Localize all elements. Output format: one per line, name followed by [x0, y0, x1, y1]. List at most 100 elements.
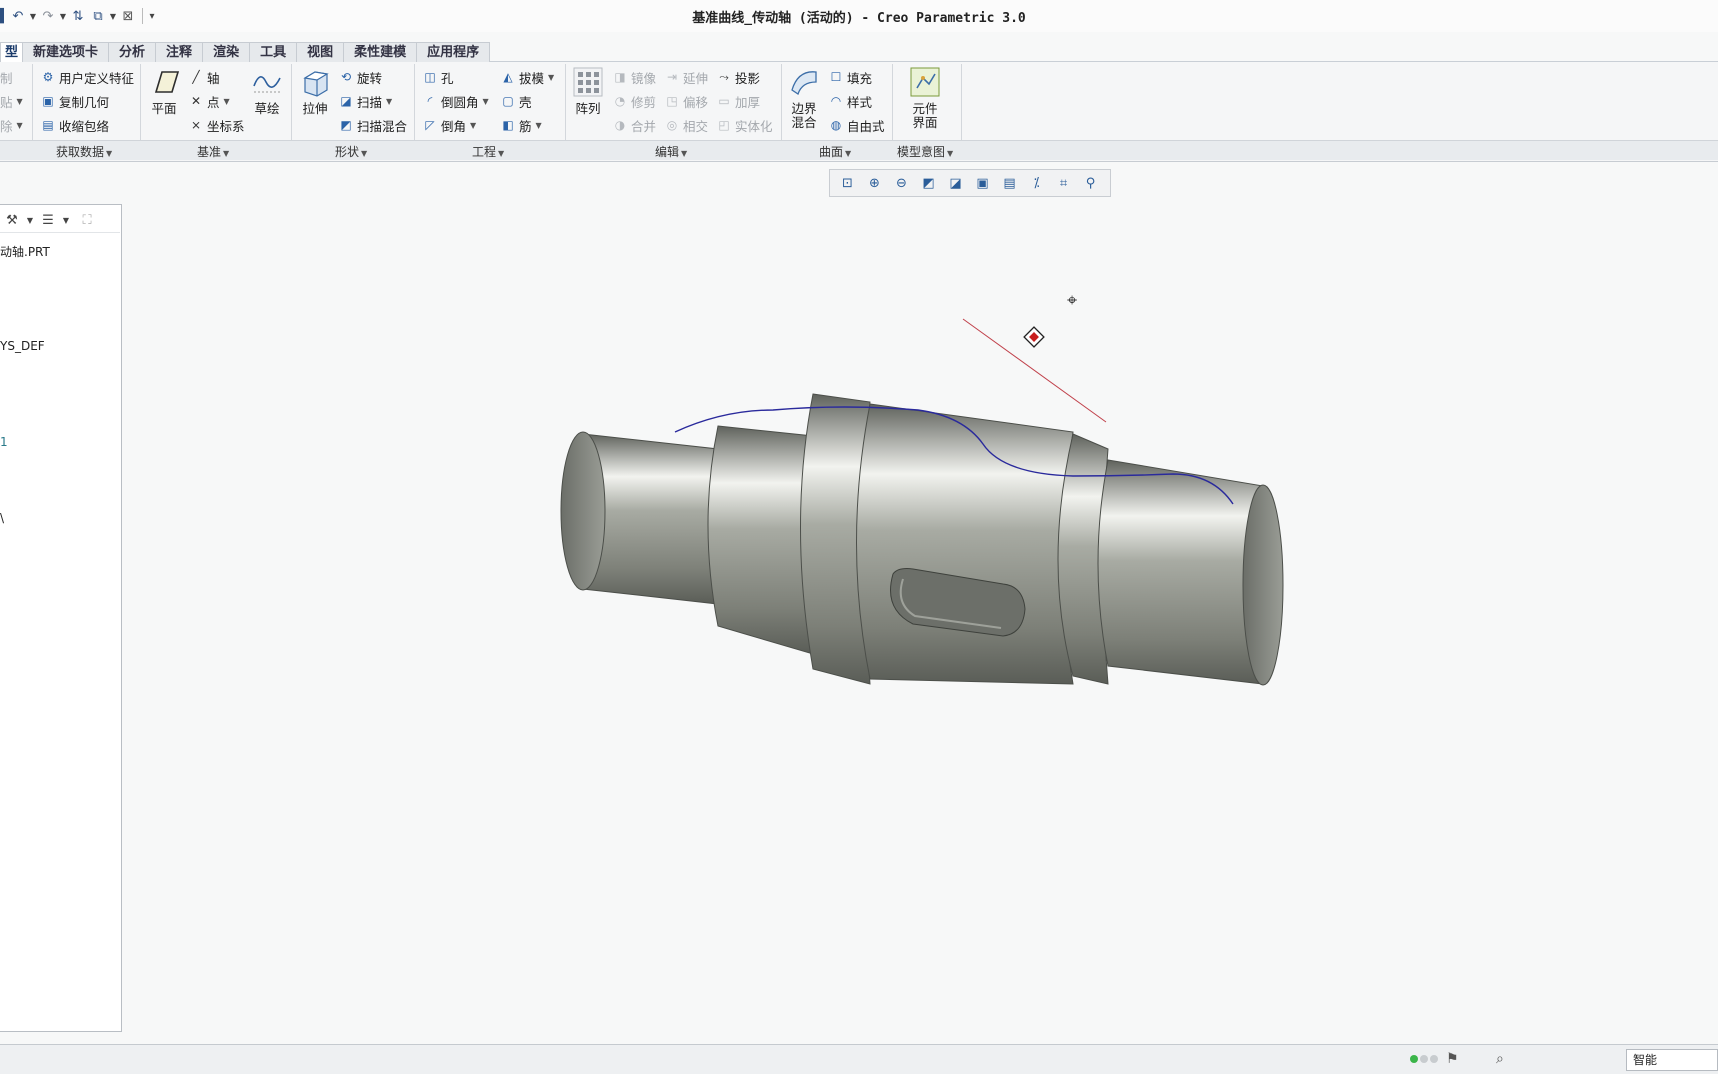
offset-button[interactable]: ◳ 偏移	[664, 90, 708, 112]
offset-label: 偏移	[683, 94, 709, 110]
mirror-icon: ◨	[614, 70, 626, 84]
group-get-data[interactable]: 获取数据 ▼	[56, 143, 112, 160]
group-surfaces[interactable]: 曲面 ▼	[819, 143, 851, 160]
regenerate-icon[interactable]: ⇅	[68, 6, 88, 26]
title-bar: ▌ ↶ ▼ ↷ ▼ ⇅ ⧉ ▼ ⊠ ▾ 基准曲线_传动轴 (活动的) - Cre…	[0, 0, 1718, 32]
swept-blend-button[interactable]: ◩ 扫描混合	[338, 114, 407, 136]
thicken-button[interactable]: ▭ 加厚	[716, 90, 760, 112]
tree-filter-icon[interactable]: ⛶	[72, 211, 102, 231]
group-shapes[interactable]: 形状 ▼	[335, 143, 367, 160]
windows-dropdown-icon[interactable]: ▼	[108, 12, 118, 21]
sweep-dropdown-icon: ▼	[386, 96, 393, 106]
swept-blend-icon: ◩	[340, 118, 352, 132]
pattern-button[interactable]: 阵列	[568, 66, 608, 116]
tree-item-part[interactable]: 动轴.PRT	[0, 243, 50, 260]
chamfer-button[interactable]: ◸ 倒角 ▼	[422, 114, 476, 136]
undo-icon[interactable]: ↶	[8, 6, 28, 26]
tree-item-csys[interactable]: YS_DEF	[0, 339, 45, 353]
group-datum[interactable]: 基准 ▼	[197, 143, 229, 160]
copy-geometry-button[interactable]: ▣ 复制几何	[40, 90, 109, 112]
rib-label: 筋	[519, 118, 532, 134]
tab-new[interactable]: 新建选项卡	[22, 42, 110, 62]
boundary-blend-button[interactable]: 边界 混合	[784, 66, 824, 130]
mirror-label: 镜像	[631, 70, 657, 86]
ribbon: 制 贴 ▼ 除 ▼ ⚙ 用户定义特征 ▣ 复制几何 ▤ 收缩包络 平面 ╱ 轴 ✕ 点 ▼ ⨯ 坐…	[0, 62, 1718, 162]
sweep-icon: ◪	[340, 94, 352, 108]
mirror-button[interactable]: ◨ 镜像	[612, 66, 656, 88]
project-icon: ⤳	[719, 69, 729, 84]
point-button[interactable]: ✕ 点 ▼	[188, 90, 230, 112]
tab-annotate[interactable]: 注释	[155, 42, 204, 62]
close-window-icon[interactable]: ⊠	[118, 6, 138, 26]
save-icon[interactable]: ▌	[0, 6, 9, 26]
datum-point-marker[interactable]	[1023, 326, 1045, 348]
customize-qat-icon[interactable]: ▾	[147, 11, 157, 22]
component-interface-button[interactable]: 元件 界面	[905, 66, 945, 130]
model-tree-panel: ⚒ ▼ ☰ ▼ ⛶ 动轴.PRT YS_DEF 1 \	[0, 204, 122, 1032]
redo-dropdown-icon[interactable]: ▼	[58, 12, 68, 21]
merge-button[interactable]: ◑ 合并	[612, 114, 656, 136]
paste-button[interactable]: 贴 ▼	[0, 90, 23, 112]
solidify-button[interactable]: ◰ 实体化	[716, 114, 772, 136]
fill-button[interactable]: ☐ 填充	[828, 66, 872, 88]
hole-icon: ◫	[424, 70, 436, 84]
chamfer-label: 倒角	[441, 118, 467, 134]
sketch-label: 草绘	[254, 101, 280, 116]
tab-view[interactable]: 视图	[296, 42, 345, 62]
tree-settings-icon[interactable]: ⚒	[0, 211, 24, 231]
qat-separator	[142, 8, 143, 24]
shrinkwrap-button[interactable]: ▤ 收缩包络	[40, 114, 109, 136]
tab-analysis[interactable]: 分析	[108, 42, 157, 62]
draft-button[interactable]: ◭ 拔模 ▼	[500, 66, 554, 88]
tab-model[interactable]: 型	[0, 42, 24, 62]
project-button[interactable]: ⤳ 投影	[716, 66, 760, 88]
group-editing[interactable]: 编辑 ▼	[655, 143, 687, 160]
group-model-intent[interactable]: 模型意图 ▼	[897, 143, 953, 160]
coordinate-system-label: 坐标系	[207, 118, 245, 134]
intersect-button[interactable]: ◎ 相交	[664, 114, 708, 136]
style-button[interactable]: ◠ 样式	[828, 90, 872, 112]
extend-button[interactable]: ⇥ 延伸	[664, 66, 708, 88]
point-label: 点	[207, 94, 220, 110]
ribbon-group-labels: 获取数据 ▼ 基准 ▼ 形状 ▼ 工程 ▼ 编辑 ▼ 曲面 ▼ 模型意图 ▼	[0, 140, 1718, 160]
trim-icon: ◔	[614, 94, 626, 108]
shrinkwrap-label: 收缩包络	[59, 118, 110, 134]
round-button[interactable]: ◜ 倒圆角 ▼	[422, 90, 489, 112]
revolve-button[interactable]: ⟲ 旋转	[338, 66, 382, 88]
group-engineering[interactable]: 工程 ▼	[472, 143, 504, 160]
tree-settings-dropdown-icon[interactable]: ▼	[24, 211, 36, 231]
rib-icon: ◧	[502, 118, 514, 132]
find-icon[interactable]: ⌕	[1496, 1051, 1504, 1067]
hole-button[interactable]: ◫ 孔	[422, 66, 453, 88]
tree-item-feature[interactable]: 1	[0, 435, 8, 449]
undo-dropdown-icon[interactable]: ▼	[28, 12, 38, 21]
tree-item-insert-marker[interactable]: \	[0, 511, 4, 525]
drive-shaft-model[interactable]	[560, 393, 1284, 686]
trim-button[interactable]: ◔ 修剪	[612, 90, 656, 112]
extend-icon: ⇥	[666, 70, 678, 84]
plane-button[interactable]: 平面	[144, 66, 184, 116]
windows-icon[interactable]: ⧉	[88, 6, 108, 26]
flag-icon[interactable]: ⚑	[1446, 1051, 1459, 1067]
sweep-button[interactable]: ◪ 扫描 ▼	[338, 90, 392, 112]
extrude-button[interactable]: 拉伸	[295, 66, 335, 116]
graphics-viewport[interactable]: ⌖	[123, 164, 1718, 1044]
selection-filter-select[interactable]: 智能	[1626, 1049, 1718, 1071]
coordinate-system-button[interactable]: ⨯ 坐标系	[188, 114, 245, 136]
axis-button[interactable]: ╱ 轴	[188, 66, 219, 88]
tab-tools[interactable]: 工具	[249, 42, 298, 62]
freestyle-button[interactable]: ◍ 自由式	[828, 114, 885, 136]
copy-button[interactable]: 制	[0, 66, 13, 88]
tree-show-dropdown-icon[interactable]: ▼	[60, 211, 72, 231]
spin-center-icon-cursor: ⌖	[1067, 290, 1077, 311]
delete-button[interactable]: 除 ▼	[0, 114, 23, 136]
tab-flexible-modeling[interactable]: 柔性建模	[343, 42, 418, 62]
redo-icon[interactable]: ↷	[38, 6, 58, 26]
tree-show-icon[interactable]: ☰	[36, 211, 60, 231]
tab-render[interactable]: 渲染	[202, 42, 251, 62]
udf-button[interactable]: ⚙ 用户定义特征	[40, 66, 134, 88]
rib-button[interactable]: ◧ 筋 ▼	[500, 114, 541, 136]
shell-button[interactable]: ▢ 壳	[500, 90, 531, 112]
tab-applications[interactable]: 应用程序	[416, 42, 491, 62]
sketch-button[interactable]: 草绘	[247, 66, 287, 116]
